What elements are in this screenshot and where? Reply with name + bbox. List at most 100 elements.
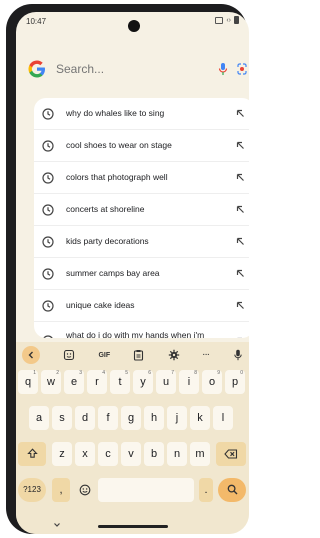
period-key[interactable]: .: [199, 478, 213, 502]
gear-icon: [168, 349, 179, 361]
key-z[interactable]: z: [52, 442, 72, 466]
key-u[interactable]: u7: [156, 370, 176, 394]
symbols-key[interactable]: ?123: [18, 478, 46, 502]
suggestion-item[interactable]: why do whales like to sing: [34, 98, 249, 130]
emoji-icon: [79, 484, 91, 496]
sticker-icon: [64, 349, 75, 361]
key-l[interactable]: l: [213, 406, 233, 430]
key-o[interactable]: o9: [202, 370, 222, 394]
key-g[interactable]: g: [121, 406, 141, 430]
clipboard-icon: [134, 350, 144, 361]
arrow-up-left-icon: [236, 109, 244, 117]
history-icon: [42, 299, 54, 312]
fill-query-button[interactable]: [234, 204, 246, 216]
history-icon: [42, 139, 54, 152]
battery-icon: [234, 16, 239, 24]
space-bar[interactable]: [98, 478, 194, 502]
arrow-up-left-icon: [236, 205, 244, 213]
key-a[interactable]: a: [29, 406, 49, 430]
shift-key[interactable]: [18, 442, 46, 466]
fill-query-button[interactable]: [234, 300, 246, 312]
suggestion-item[interactable]: what do i do with my hands when i'm pres…: [34, 322, 249, 338]
search-input[interactable]: [56, 62, 211, 76]
key-c[interactable]: c: [98, 442, 118, 466]
fill-query-button[interactable]: [234, 172, 246, 184]
emoji-sticker-button[interactable]: [63, 346, 75, 364]
settings-button[interactable]: [168, 346, 180, 364]
key-f[interactable]: f: [98, 406, 118, 430]
arrow-up-left-icon: [236, 337, 242, 338]
key-b[interactable]: b: [144, 442, 164, 466]
history-icon: [42, 171, 54, 184]
search-bar[interactable]: [26, 52, 247, 86]
status-bar: 10:47 ‹›: [16, 12, 249, 34]
key-row-3: z x c v b n m: [16, 442, 249, 468]
gif-button[interactable]: GIF: [98, 346, 110, 364]
suggestion-item[interactable]: concerts at shoreline: [34, 194, 249, 226]
clipboard-button[interactable]: [133, 346, 144, 364]
suggestion-item[interactable]: cool shoes to wear on stage: [34, 130, 249, 162]
keyboard-back-button[interactable]: [22, 346, 40, 364]
suggestion-item[interactable]: colors that photograph well: [34, 162, 249, 194]
key-h[interactable]: h: [144, 406, 164, 430]
key-d[interactable]: d: [75, 406, 95, 430]
fill-query-button[interactable]: [234, 236, 246, 248]
key-k[interactable]: k: [190, 406, 210, 430]
comma-key[interactable]: ,: [52, 478, 70, 502]
key-m[interactable]: m: [190, 442, 210, 466]
shift-icon: [26, 448, 38, 458]
suggestion-text: concerts at shoreline: [66, 204, 145, 214]
keyboard: GIF ··· q1 w2 e3 r4 t5 y6 u7 i 8 o 9 p 0…: [16, 342, 249, 534]
suggestion-text: unique cake ideas: [66, 300, 135, 310]
arrow-up-left-icon: [236, 173, 244, 181]
suggestion-item[interactable]: summer camps bay area: [34, 258, 249, 290]
suggestion-text: why do whales like to sing: [66, 108, 165, 118]
status-time: 10:47: [26, 17, 47, 26]
key-w[interactable]: w2: [41, 370, 61, 394]
search-icon: [227, 484, 237, 495]
suggestion-item[interactable]: kids party decorations: [34, 226, 249, 258]
key-p[interactable]: p0: [225, 370, 245, 394]
key-r[interactable]: r4: [87, 370, 107, 394]
key-v[interactable]: v: [121, 442, 141, 466]
key-row-1: q1 w2 e3 r4 t5 y6 u7 i8 o9 p0: [16, 370, 249, 396]
key-s[interactable]: s: [52, 406, 72, 430]
voice-search-button[interactable]: [217, 59, 229, 79]
suggestion-text: summer camps bay area: [66, 268, 160, 278]
keyboard-voice-button[interactable]: [233, 346, 243, 364]
history-icon: [42, 235, 54, 248]
fill-query-button[interactable]: [234, 108, 246, 120]
chevron-down-icon[interactable]: [52, 520, 62, 530]
emoji-key[interactable]: [75, 478, 95, 502]
navigation-bar: [16, 520, 249, 534]
backspace-key[interactable]: [216, 442, 246, 466]
history-icon: [43, 335, 53, 338]
suggestion-item[interactable]: unique cake ideas: [34, 290, 249, 322]
key-i[interactable]: i8: [179, 370, 199, 394]
key-j[interactable]: j: [167, 406, 187, 430]
suggestions-list: why do whales like to sing cool shoes to…: [34, 98, 249, 338]
fill-query-button[interactable]: [234, 335, 246, 338]
gesture-handle[interactable]: [98, 525, 168, 528]
fill-query-button[interactable]: [234, 140, 246, 152]
arrow-up-left-icon: [236, 237, 244, 245]
key-n[interactable]: n: [167, 442, 187, 466]
key-t[interactable]: t5: [110, 370, 130, 394]
chevron-left-icon: [28, 351, 33, 359]
suggestion-text: what do i do with my hands when i'm pres…: [66, 330, 205, 338]
fill-query-button[interactable]: [234, 268, 246, 280]
key-q[interactable]: q1: [18, 370, 38, 394]
arrow-up-left-icon: [236, 141, 244, 149]
search-action-key[interactable]: [218, 478, 246, 502]
microphone-icon: [234, 349, 242, 361]
key-e[interactable]: e3: [64, 370, 84, 394]
history-icon: [42, 203, 54, 216]
cast-icon: [215, 16, 224, 24]
phone-frame: 10:47 ‹› Search... why do whales like to…: [6, 4, 249, 534]
more-options-button[interactable]: ···: [203, 346, 210, 364]
keyboard-toolbar: GIF ···: [16, 342, 249, 368]
key-x[interactable]: x: [75, 442, 95, 466]
key-row-2: a s d f g h j k l: [16, 406, 249, 432]
lens-button[interactable]: [235, 59, 249, 79]
key-y[interactable]: y6: [133, 370, 153, 394]
